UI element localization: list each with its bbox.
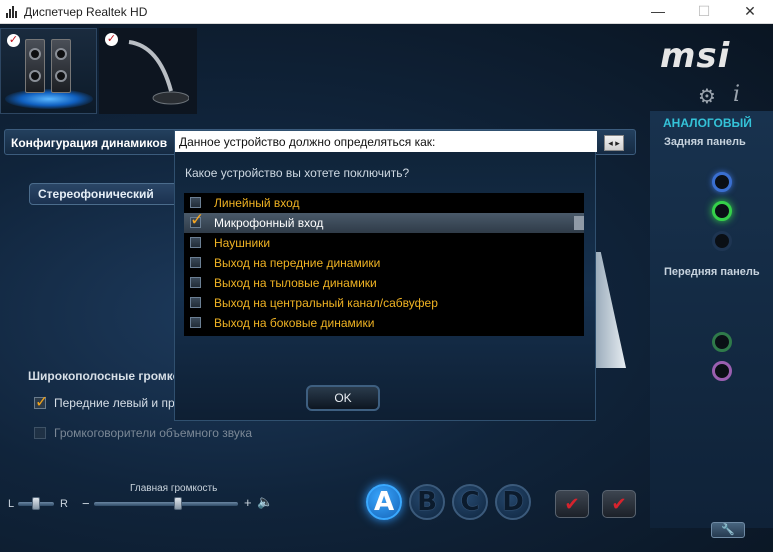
close-button[interactable]: ✕ xyxy=(727,0,773,24)
volume-plus: + xyxy=(244,495,252,510)
balance-left-label: L xyxy=(8,498,15,510)
mic-in-jack[interactable] xyxy=(712,231,732,251)
config-title: Конфигурация динамиков xyxy=(11,136,168,150)
surround-checkbox[interactable] xyxy=(34,427,46,439)
profile-d-button[interactable]: D xyxy=(495,484,531,520)
back-panel-label: Задняя панель xyxy=(664,136,746,148)
option-label: Микрофонный вход xyxy=(214,216,324,230)
balance-right-label: R xyxy=(60,498,68,510)
option-side-out[interactable]: Выход на боковые динамики xyxy=(184,313,584,333)
speaker-config-value: Стереофонический xyxy=(38,187,154,201)
front-lr-checkbox[interactable] xyxy=(34,392,48,412)
line-in-jack[interactable] xyxy=(712,172,732,192)
mic-check-icon: ✓ xyxy=(105,33,118,46)
profile-a-button[interactable]: A xyxy=(366,484,402,520)
gear-icon[interactable]: ⚙ xyxy=(698,84,716,109)
microphone-icon xyxy=(128,40,189,105)
maximize-button[interactable]: ☐ xyxy=(681,0,727,24)
wrench-icon[interactable]: 🔧 xyxy=(711,522,745,538)
option-line-in[interactable]: Линейный вход xyxy=(184,193,584,213)
balance-thumb[interactable] xyxy=(32,497,40,510)
speakers-device-tab[interactable]: ✓ xyxy=(0,28,97,114)
option-checkbox[interactable] xyxy=(190,210,204,230)
ok-button[interactable]: OK xyxy=(306,385,380,411)
app-icon xyxy=(6,5,18,19)
option-label: Выход на центральный канал/сабвуфер xyxy=(214,296,438,310)
msi-logo: msi xyxy=(660,36,731,76)
left-speaker-icon xyxy=(25,39,45,93)
window-title: Диспетчер Realtek HD xyxy=(24,5,148,19)
minimize-button[interactable]: — xyxy=(635,0,681,24)
apply-all-check-button[interactable]: ✔ xyxy=(602,490,636,518)
option-headphones[interactable]: Наушники xyxy=(184,233,584,253)
right-speaker-icon xyxy=(51,39,71,93)
selection-glow xyxy=(5,89,93,109)
option-front-out[interactable]: Выход на передние динамики xyxy=(184,253,584,273)
microphone-device-tab[interactable]: ✓ xyxy=(99,28,197,114)
tab-scroll-arrows[interactable]: ◂ ▸ xyxy=(604,135,624,151)
option-checkbox[interactable] xyxy=(190,297,201,308)
front-headphone-jack[interactable] xyxy=(712,332,732,352)
option-label: Наушники xyxy=(214,236,271,250)
option-label: Выход на передние динамики xyxy=(214,256,381,270)
line-out-jack[interactable] xyxy=(712,201,732,221)
surround-label: Громкоговорители объемного звука xyxy=(54,426,253,440)
dialog-title-bar: Данное устройство должно определяться ка… xyxy=(175,131,597,152)
option-checkbox[interactable] xyxy=(190,317,201,328)
option-checkbox[interactable] xyxy=(190,197,201,208)
option-checkbox[interactable] xyxy=(190,237,201,248)
dialog-title: Данное устройство должно определяться ка… xyxy=(179,135,436,149)
master-volume-thumb[interactable] xyxy=(173,497,182,510)
profile-c-button[interactable]: C xyxy=(452,484,488,520)
default-device-check-icon: ✓ xyxy=(7,34,20,47)
connector-panel xyxy=(650,111,773,528)
master-volume-slider[interactable] xyxy=(94,502,238,506)
option-checkbox[interactable] xyxy=(190,277,201,288)
option-checkbox[interactable] xyxy=(190,257,201,268)
option-center-sub-out[interactable]: Выход на центральный канал/сабвуфер xyxy=(184,293,584,313)
option-label: Линейный вход xyxy=(214,196,300,210)
option-mic-in[interactable]: Микрофонный вход xyxy=(184,210,584,233)
option-label: Выход на боковые динамики xyxy=(214,316,375,330)
dialog-question: Какое устройство вы хотете поключить? xyxy=(185,166,410,180)
apply-check-button[interactable]: ✔ xyxy=(555,490,589,518)
front-mic-jack[interactable] xyxy=(712,361,732,381)
option-rear-out[interactable]: Выход на тыловые динамики xyxy=(184,273,584,293)
analog-label: АНАЛОГОВЫЙ xyxy=(663,116,752,130)
speaker-volume-icon[interactable]: 🔈 xyxy=(257,494,273,510)
master-volume-label: Главная громкость xyxy=(130,483,218,494)
option-label: Выход на тыловые динамики xyxy=(214,276,377,290)
title-bar: Диспетчер Realtek HD — ☐ ✕ xyxy=(0,0,773,24)
profile-b-button[interactable]: B xyxy=(409,484,445,520)
info-icon[interactable]: i xyxy=(733,82,740,107)
volume-minus: − xyxy=(82,496,90,511)
front-panel-label: Передняя панель xyxy=(664,266,760,278)
